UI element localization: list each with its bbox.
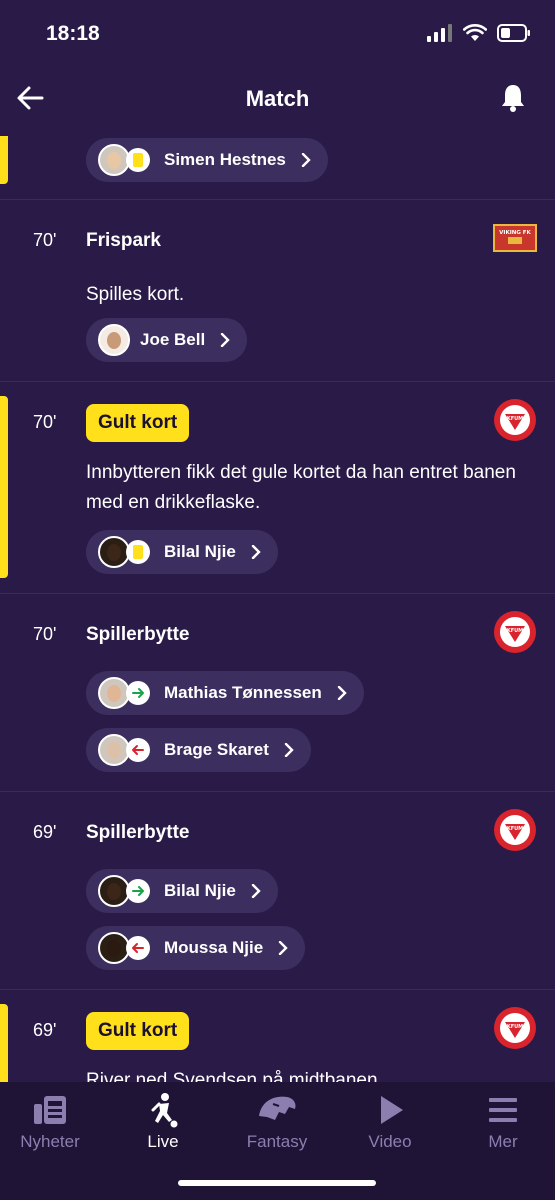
arrow-in-icon	[126, 681, 150, 705]
player-out-chip[interactable]: Brage Skaret	[86, 728, 311, 772]
chevron-right-icon	[251, 884, 261, 898]
match-event: 70' Gult kort KFUM Innbytteren fikk det …	[0, 382, 555, 594]
yellow-card-icon	[126, 148, 150, 172]
event-description: Spilles kort.	[86, 284, 185, 305]
event-minute: 70'	[33, 412, 57, 432]
player-chip[interactable]: Bilal Njie	[86, 530, 278, 574]
tab-label: Fantasy	[246, 1132, 308, 1151]
chevron-right-icon	[279, 941, 288, 955]
tab-fantasy[interactable]: Fantasy	[222, 1092, 332, 1152]
status-icons	[427, 24, 531, 42]
chevron-right-icon	[251, 545, 261, 559]
kfum-logo: KFUM	[494, 611, 536, 653]
yellow-card-accent	[0, 136, 8, 184]
player-name: Mathias Tønnessen	[164, 683, 322, 702]
svg-text:KFUM: KFUM	[507, 416, 523, 422]
event-description: River ned Svendsen på midtbanen.	[86, 1070, 383, 1082]
menu-icon	[489, 1098, 517, 1122]
tab-label: Mer	[488, 1132, 518, 1151]
event-minute: 70'	[33, 230, 57, 250]
tab-label: Live	[147, 1132, 179, 1151]
kfum-logo: KFUM	[494, 809, 536, 851]
viking-fk-logo: VIKING FK	[493, 224, 537, 252]
yellow-card-label: Gult kort	[86, 404, 190, 442]
player-name: Brage Skaret	[164, 740, 269, 759]
kfum-logo: KFUM	[494, 399, 536, 441]
panther-icon	[259, 1096, 296, 1120]
tab-mer[interactable]: Mer	[448, 1092, 555, 1152]
player-in-chip[interactable]: Bilal Njie	[86, 869, 278, 913]
football-player-icon	[151, 1093, 178, 1128]
event-minute: 69'	[33, 1020, 57, 1040]
match-event-feed[interactable]: Simen Hestnes 70' Frispark VIKING FK Spi…	[0, 136, 555, 1082]
yellow-card-accent	[0, 396, 8, 578]
player-chip[interactable]: Simen Hestnes	[86, 138, 328, 182]
arrow-out-icon	[126, 738, 150, 762]
status-time: 18:18	[46, 22, 100, 45]
arrow-in-icon	[126, 879, 150, 903]
event-minute: 70'	[33, 624, 57, 644]
player-out-chip[interactable]: Moussa Njie	[86, 926, 306, 970]
bell-icon[interactable]	[499, 82, 527, 114]
battery-icon	[497, 24, 530, 42]
home-indicator[interactable]	[178, 1180, 376, 1186]
chevron-right-icon	[221, 333, 230, 347]
wifi-icon	[463, 24, 487, 41]
player-name: Moussa Njie	[164, 938, 264, 957]
match-event: 70' Frispark VIKING FK Spilles kort. Joe…	[0, 200, 555, 382]
arrow-out-icon	[126, 936, 150, 960]
player-avatar	[98, 324, 130, 356]
svg-text:VIKING FK: VIKING FK	[499, 230, 531, 236]
chevron-right-icon	[301, 153, 311, 167]
svg-text:KFUM: KFUM	[507, 826, 523, 832]
event-title: Spillerbytte	[86, 822, 190, 843]
player-chip[interactable]: Joe Bell	[86, 318, 248, 362]
event-description: Innbytteren fikk det gule kortet da han …	[86, 462, 516, 513]
tab-live[interactable]: Live	[108, 1092, 218, 1152]
match-event: Simen Hestnes	[0, 136, 555, 200]
tab-video[interactable]: Video	[335, 1092, 445, 1152]
player-name: Bilal Njie	[164, 542, 236, 561]
svg-text:KFUM: KFUM	[507, 1024, 523, 1030]
chevron-right-icon	[284, 743, 294, 757]
player-in-chip[interactable]: Mathias Tønnessen	[86, 671, 364, 715]
player-name: Simen Hestnes	[164, 150, 286, 169]
play-icon	[381, 1096, 403, 1124]
app-header: Match	[0, 70, 555, 136]
match-event: 69' Spillerbytte KFUM Bilal Njie Moussa …	[0, 792, 555, 990]
yellow-card-label: Gult kort	[86, 1012, 190, 1050]
news-icon	[34, 1096, 66, 1124]
match-event: 69' Gult kort KFUM River ned Svendsen på…	[0, 990, 555, 1082]
kfum-logo: KFUM	[494, 1007, 536, 1049]
event-title: Frispark	[86, 230, 161, 251]
signal-icon	[427, 24, 452, 42]
player-name: Bilal Njie	[164, 881, 236, 900]
tab-nyheter[interactable]: Nyheter	[0, 1092, 105, 1152]
yellow-card-accent	[0, 1004, 8, 1082]
player-name: Joe Bell	[140, 330, 206, 349]
svg-text:KFUM: KFUM	[507, 628, 523, 634]
chevron-right-icon	[337, 686, 347, 700]
event-minute: 69'	[33, 822, 57, 842]
status-bar: 18:18	[0, 0, 555, 70]
tab-label: Nyheter	[20, 1132, 80, 1151]
event-title: Spillerbytte	[86, 624, 190, 645]
yellow-card-icon	[126, 540, 150, 564]
page-title: Match	[245, 86, 310, 111]
match-event: 70' Spillerbytte KFUM Mathias Tønnessen …	[0, 594, 555, 792]
tab-label: Video	[368, 1132, 412, 1151]
